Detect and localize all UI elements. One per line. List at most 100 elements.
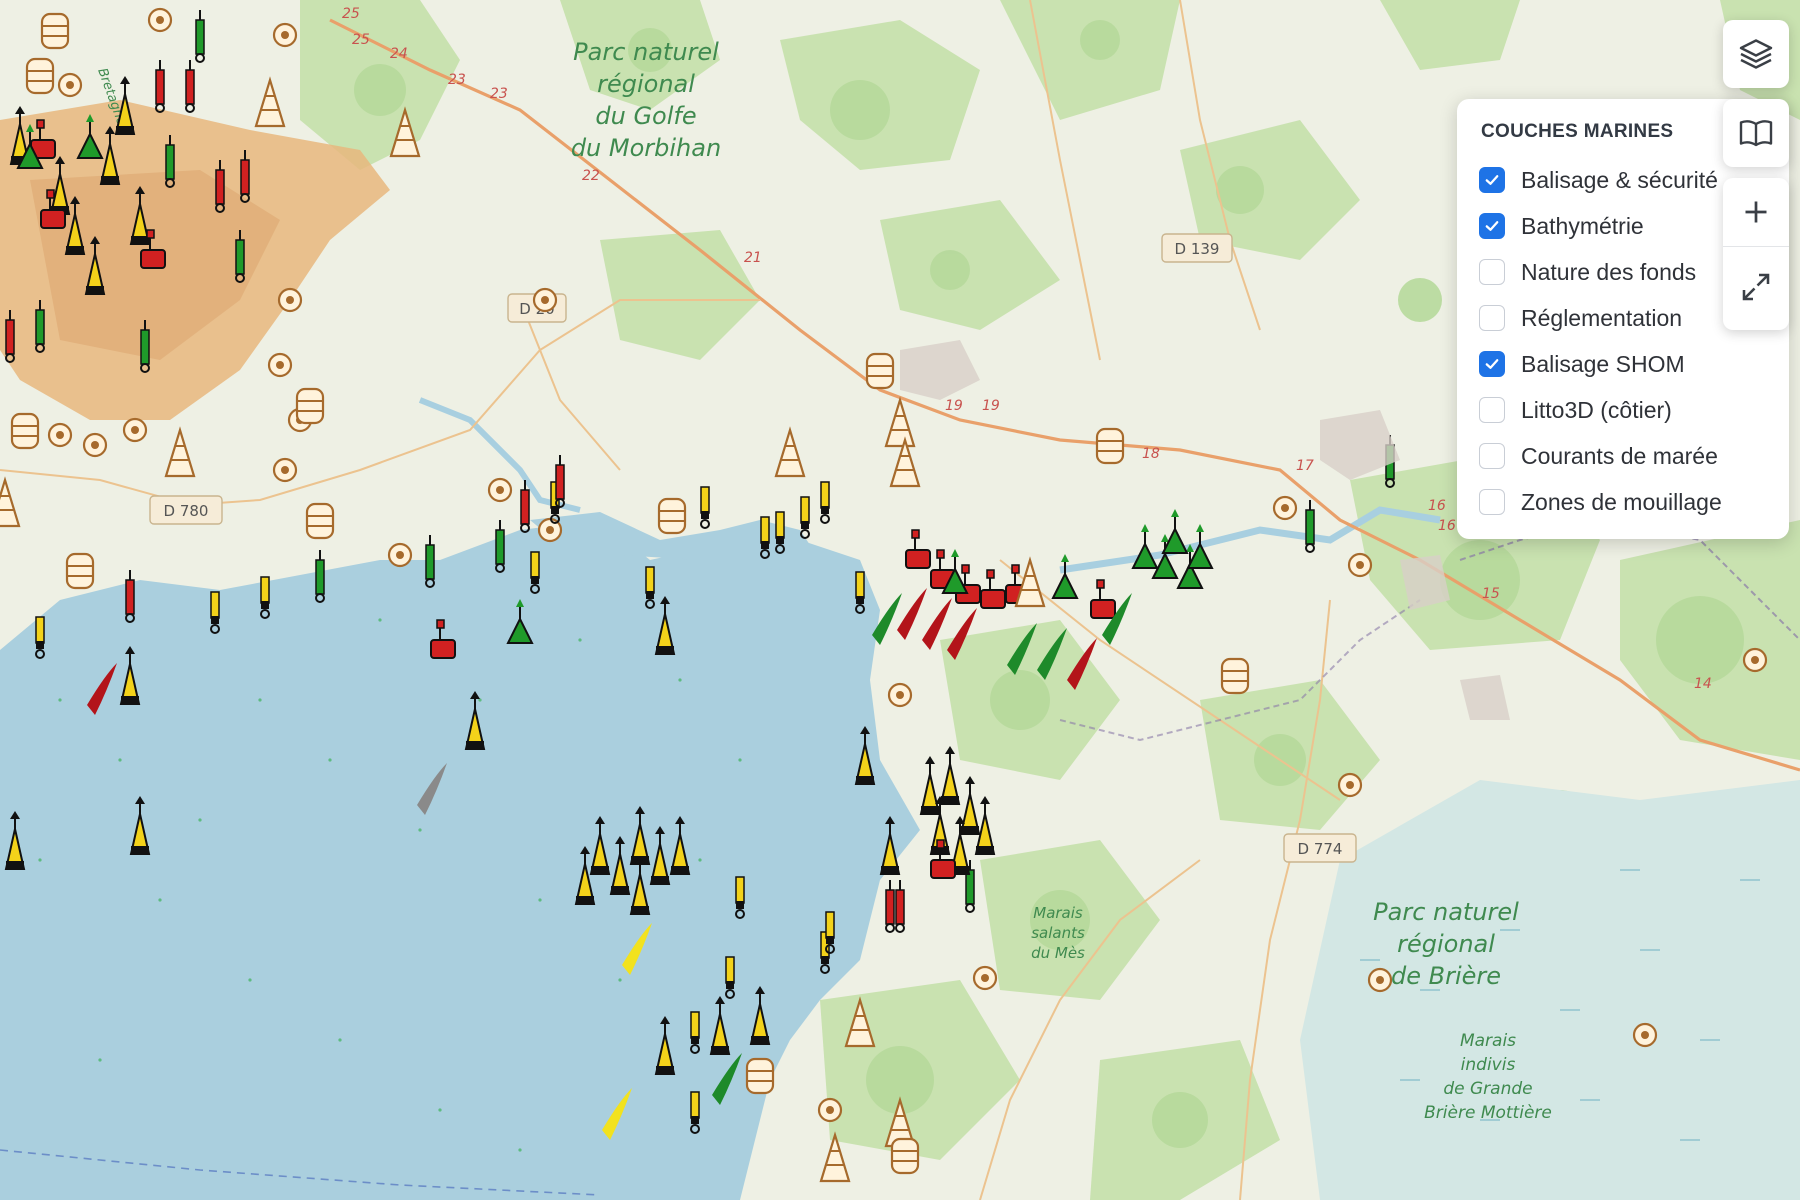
ring-mark[interactable]: [147, 7, 173, 33]
ring-mark[interactable]: [272, 22, 298, 48]
layer-label: Zones de mouillage: [1521, 488, 1722, 515]
svg-text:salants: salants: [1031, 924, 1085, 942]
drum-mark[interactable]: [40, 12, 70, 50]
ring-mark[interactable]: [1632, 1022, 1658, 1048]
ring-mark[interactable]: [82, 432, 108, 458]
svg-text:régional: régional: [597, 70, 695, 98]
layer-checkbox[interactable]: [1479, 213, 1505, 239]
ring-mark[interactable]: [972, 965, 998, 991]
drum-mark[interactable]: [1220, 657, 1250, 695]
layer-row[interactable]: Zones de mouillage: [1479, 479, 1767, 525]
ring-mark[interactable]: [1337, 772, 1363, 798]
drum-mark[interactable]: [65, 552, 95, 590]
drum-mark[interactable]: [865, 352, 895, 390]
svg-text:18: 18: [1142, 446, 1160, 462]
layers-control: [1723, 20, 1789, 88]
ring-mark[interactable]: [1347, 552, 1373, 578]
zoom-in-button[interactable]: [1723, 178, 1789, 246]
layer-checkbox[interactable]: [1479, 351, 1505, 377]
svg-text:21: 21: [744, 250, 762, 266]
ring-mark[interactable]: [1742, 647, 1768, 673]
drum-mark[interactable]: [657, 497, 687, 535]
svg-text:du Mès: du Mès: [1031, 944, 1085, 962]
ring-mark[interactable]: [1272, 495, 1298, 521]
svg-text:19: 19: [945, 398, 963, 414]
layer-label: Balisage & sécurité: [1521, 166, 1718, 193]
ring-mark[interactable]: [272, 457, 298, 483]
layer-label: Balisage SHOM: [1521, 350, 1685, 377]
svg-text:de Grande: de Grande: [1443, 1079, 1532, 1099]
svg-text:22: 22: [582, 168, 600, 184]
road-shield-d774: D 774: [1283, 833, 1357, 863]
layer-checkbox[interactable]: [1479, 167, 1505, 193]
svg-text:D 774: D 774: [1298, 840, 1343, 858]
drum-mark[interactable]: [305, 502, 335, 540]
layer-checkbox[interactable]: [1479, 443, 1505, 469]
svg-text:de Brière: de Brière: [1391, 962, 1501, 990]
layer-checkbox[interactable]: [1479, 489, 1505, 515]
drum-mark[interactable]: [10, 412, 40, 450]
svg-text:Parc naturel: Parc naturel: [573, 38, 719, 66]
ring-mark[interactable]: [1367, 967, 1393, 993]
layer-checkbox[interactable]: [1479, 397, 1505, 423]
book-open-icon: [1739, 120, 1773, 147]
svg-text:24: 24: [390, 46, 408, 62]
ring-mark[interactable]: [57, 72, 83, 98]
drum-mark[interactable]: [295, 387, 325, 425]
svg-text:du Morbihan: du Morbihan: [571, 134, 721, 162]
svg-text:Marais: Marais: [1460, 1031, 1516, 1051]
svg-text:Parc naturel: Parc naturel: [1373, 898, 1519, 926]
layer-label: Nature des fonds: [1521, 258, 1697, 285]
svg-text:Brière Mottière: Brière Mottière: [1424, 1103, 1552, 1123]
ring-mark[interactable]: [532, 287, 558, 313]
svg-text:19: 19: [982, 398, 1000, 414]
ring-mark[interactable]: [47, 422, 73, 448]
ring-mark[interactable]: [887, 682, 913, 708]
svg-text:D 780: D 780: [164, 502, 209, 520]
layer-label: Bathymétrie: [1521, 212, 1644, 239]
drum-mark[interactable]: [1095, 427, 1125, 465]
svg-text:Marais: Marais: [1033, 904, 1083, 922]
svg-text:23: 23: [448, 72, 466, 88]
svg-text:15: 15: [1482, 586, 1500, 602]
guide-button[interactable]: [1723, 100, 1789, 166]
ring-mark[interactable]: [817, 1097, 843, 1123]
layer-row[interactable]: Balisage SHOM: [1479, 341, 1767, 387]
svg-text:du Golfe: du Golfe: [595, 102, 696, 130]
drum-mark[interactable]: [745, 1057, 775, 1095]
layer-label: Litto3D (côtier): [1521, 396, 1672, 423]
drum-mark[interactable]: [890, 1137, 920, 1175]
ring-mark[interactable]: [122, 417, 148, 443]
check-icon: [1485, 359, 1499, 369]
svg-text:14: 14: [1694, 676, 1712, 692]
road-shield-d139: D 139: [1161, 233, 1233, 263]
expand-icon: [1742, 273, 1770, 301]
ring-mark[interactable]: [387, 542, 413, 568]
layers-button[interactable]: [1723, 21, 1789, 87]
zoom-control: [1723, 178, 1789, 330]
layer-row[interactable]: Litto3D (côtier): [1479, 387, 1767, 433]
svg-text:16: 16: [1428, 498, 1446, 514]
svg-text:25: 25: [352, 32, 370, 48]
svg-text:17: 17: [1296, 458, 1314, 474]
svg-text:16: 16: [1438, 518, 1456, 534]
check-icon: [1485, 175, 1499, 185]
plus-icon: [1745, 201, 1767, 223]
ring-mark[interactable]: [277, 287, 303, 313]
layer-row[interactable]: Courants de marée: [1479, 433, 1767, 479]
svg-text:indivis: indivis: [1461, 1055, 1516, 1075]
ring-mark[interactable]: [267, 352, 293, 378]
layer-label: Réglementation: [1521, 304, 1683, 331]
label-marais-salants: Marais salants du Mès: [1031, 904, 1085, 962]
fullscreen-button[interactable]: [1723, 247, 1789, 327]
svg-text:régional: régional: [1397, 930, 1495, 958]
ring-mark[interactable]: [487, 477, 513, 503]
layer-checkbox[interactable]: [1479, 305, 1505, 331]
layer-checkbox[interactable]: [1479, 259, 1505, 285]
svg-text:25: 25: [342, 6, 360, 22]
road-shield-d780: D 780: [149, 495, 223, 525]
svg-text:23: 23: [490, 86, 508, 102]
drum-mark[interactable]: [25, 57, 55, 95]
guide-control: [1723, 99, 1789, 167]
layers-icon: [1739, 39, 1773, 69]
